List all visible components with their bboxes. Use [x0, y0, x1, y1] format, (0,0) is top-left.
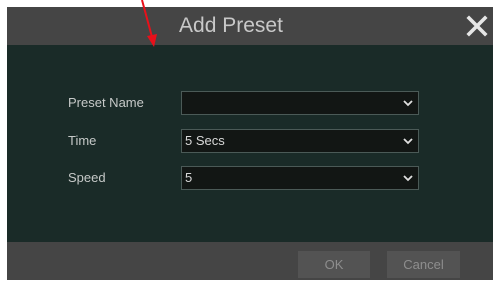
chevron-down-icon	[403, 100, 413, 107]
close-icon[interactable]	[465, 13, 489, 39]
dialog-footer: OK Cancel	[7, 242, 493, 280]
speed-value: 5	[185, 170, 193, 185]
dialog-body: Preset Name Time 5 Secs Speed 5	[7, 45, 493, 242]
chevron-down-icon	[403, 138, 413, 145]
speed-row: Speed 5	[7, 166, 493, 190]
dialog-titlebar: Add Preset	[7, 7, 493, 45]
time-row: Time 5 Secs	[7, 129, 493, 153]
time-label: Time	[68, 133, 97, 148]
speed-label: Speed	[68, 170, 106, 185]
time-select[interactable]: 5 Secs	[181, 129, 419, 153]
preset-name-select[interactable]	[181, 91, 419, 115]
add-preset-dialog: Add Preset Preset Name Time 5 Secs Speed…	[7, 7, 493, 280]
time-value: 5 Secs	[185, 133, 225, 148]
speed-select[interactable]: 5	[181, 166, 419, 190]
dialog-title: Add Preset	[179, 14, 283, 37]
chevron-down-icon	[403, 175, 413, 182]
preset-name-row: Preset Name	[7, 91, 493, 115]
preset-name-label: Preset Name	[68, 95, 144, 110]
cancel-button[interactable]: Cancel	[387, 251, 460, 278]
ok-button[interactable]: OK	[298, 251, 370, 278]
